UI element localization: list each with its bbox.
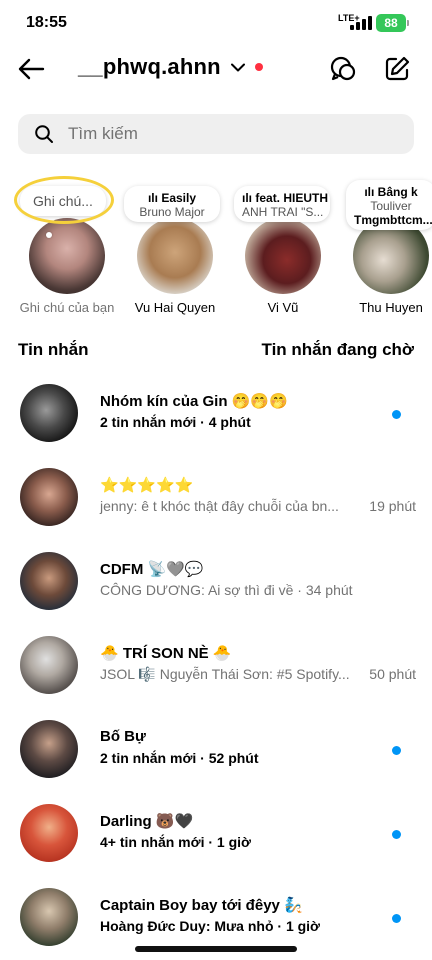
search-icon [35, 125, 53, 143]
chat-preview: JSOL 🎼 Nguyễn Thái Sơn: #5 Spotify... [100, 666, 350, 682]
chat-preview: CÔNG DƯƠNG: Ai sợ thì đi về · 34 phút [100, 582, 353, 598]
chat-title: CDFM 📡🩶💬 [100, 561, 204, 578]
note-song: feat. HIEUTH [255, 191, 329, 205]
unread-dot [392, 914, 401, 923]
chat-title: Captain Boy bay tới đêyy 🧞 [100, 897, 303, 914]
chat-title: ⭐⭐⭐⭐⭐ [100, 477, 194, 494]
battery-icon: 88 [376, 14, 406, 32]
note-highlight-ring [14, 176, 114, 224]
account-switcher[interactable]: __phwq.ahnn [78, 54, 263, 80]
chat-row[interactable]: CDFM 📡🩶💬 CÔNG DƯƠNG: Ai sợ thì đi về · 3… [0, 546, 432, 618]
note-item[interactable]: ılı Bâng k Touliver Tmgmbttcm... Thu Huy… [336, 176, 432, 321]
notification-dot [254, 63, 263, 71]
note-bubble[interactable]: ılı Easily Bruno Major [124, 186, 220, 222]
chat-time: 50 phút [369, 666, 416, 682]
chat-row[interactable]: Captain Boy bay tới đêyy 🧞 Hoàng Đức Duy… [0, 882, 432, 954]
chat-row[interactable]: Darling 🐻🖤 4+ tin nhắn mới · 1 giờ [0, 798, 432, 870]
avatar [20, 384, 78, 442]
chat-row[interactable]: Nhóm kín của Gin 🤭🤭🤭 2 tin nhắn mới · 4 … [0, 378, 432, 450]
chat-row[interactable]: 🐣 TRÍ SON NÈ 🐣 JSOL 🎼 Nguyễn Thái Sơn: #… [0, 630, 432, 702]
compose-icon[interactable] [380, 52, 414, 86]
note-item[interactable]: ılı Easily Bruno Major Vu Hai Quyen [120, 176, 230, 321]
status-bar: 18:55 LTE+ 88 [0, 0, 432, 46]
chat-row[interactable]: ⭐⭐⭐⭐⭐ jenny: ê t khóc thật đây chuỗi của… [0, 462, 432, 534]
tab-messages[interactable]: Tin nhắn [18, 340, 89, 360]
music-icon: ılı [242, 191, 256, 205]
note-own[interactable]: Ghi chú... Ghi chú của bạn [12, 176, 122, 321]
note-item[interactable]: ılı feat. HIEUTH ANH TRAI "S... Vi Vũ [228, 176, 338, 321]
tab-message-requests[interactable]: Tin nhắn đang chờ [262, 340, 415, 360]
messages-section-header: Tin nhắn Tin nhắn đang chờ [18, 340, 414, 362]
avatar [20, 888, 78, 946]
search-input[interactable] [68, 114, 398, 154]
note-artist: ANH TRAI "S... [242, 205, 324, 219]
chat-preview: 2 tin nhắn mới · 52 phút [100, 750, 259, 766]
note-artist: Touliver [370, 199, 412, 213]
username: __phwq.ahnn [78, 54, 221, 79]
chat-title: Nhóm kín của Gin 🤭🤭🤭 [100, 393, 288, 410]
status-time: 18:55 [26, 14, 67, 31]
chat-title: Bố Bự [100, 728, 146, 745]
note-bubble[interactable]: ılı Bâng k Touliver Tmgmbttcm... [346, 180, 432, 230]
unread-dot [392, 830, 401, 839]
chevron-down-icon [230, 59, 247, 75]
chat-preview: Hoàng Đức Duy: Mưa nhỏ · 1 giờ [100, 918, 321, 934]
avatar [20, 804, 78, 862]
music-icon: ılı [147, 191, 162, 205]
avatar [29, 218, 105, 294]
chat-title: 🐣 TRÍ SON NÈ 🐣 [100, 645, 232, 662]
chat-preview: 2 tin nhắn mới · 4 phút [100, 414, 251, 430]
note-song: Easily [161, 191, 197, 205]
search-bar[interactable] [18, 114, 414, 154]
note-text: Tmgmbttcm... [354, 213, 432, 227]
home-indicator[interactable] [135, 946, 297, 952]
note-name: Thu Huyen [359, 300, 423, 315]
signal-icon [350, 16, 372, 30]
chat-preview: 4+ tin nhắn mới · 1 giờ [100, 834, 251, 850]
avatar [20, 636, 78, 694]
threads-chat-icon[interactable] [326, 52, 360, 86]
music-icon: ılı [364, 185, 378, 199]
note-artist: Bruno Major [139, 205, 205, 219]
avatar [20, 552, 78, 610]
avatar [137, 218, 213, 294]
chat-row[interactable]: Bố Bự 2 tin nhắn mới · 52 phút [0, 714, 432, 786]
chat-title: Darling 🐻🖤 [100, 813, 194, 830]
note-bubble[interactable]: ılı feat. HIEUTH ANH TRAI "S... [234, 186, 330, 222]
note-song: Bâng k [377, 185, 418, 199]
chat-time: 19 phút [369, 498, 416, 514]
unread-dot [392, 746, 401, 755]
header: __phwq.ahnn [0, 48, 432, 88]
avatar [245, 218, 321, 294]
unread-dot [392, 410, 401, 419]
chat-preview: jenny: ê t khóc thật đây chuỗi của bn... [100, 498, 339, 514]
avatar [20, 720, 78, 778]
avatar [20, 468, 78, 526]
back-arrow-icon[interactable] [14, 52, 48, 86]
notes-row: Ghi chú... Ghi chú của bạn ılı Easily Br… [0, 176, 432, 326]
